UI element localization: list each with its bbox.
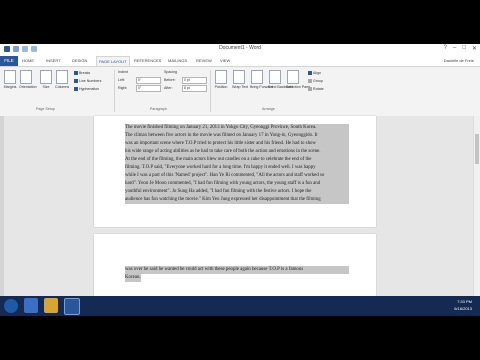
indent-left-input[interactable]: 0" [136,77,161,84]
columns-icon [56,70,68,84]
tab-mailings[interactable]: MAILINGS [168,56,187,66]
spacing-after-input[interactable]: 8 pt [182,85,207,92]
indent-left-label: Left: [118,78,125,82]
system-clock[interactable]: 7:33 PM 6/16/2013 [454,298,472,312]
tab-review[interactable]: REVIEW [196,56,212,66]
close-icon[interactable]: ✕ [472,45,477,52]
tab-home[interactable]: HOME [22,56,34,66]
selection-pane-icon [287,70,299,84]
indent-label: Indent [118,70,128,74]
send-backward-icon [269,70,281,84]
tab-references[interactable]: REFERENCES [134,56,161,66]
text-line[interactable]: At the end of the filming, the main acto… [125,156,349,164]
window-title: Document1 - Word [219,45,261,51]
text-line[interactable]: his wide range of acting abilities as he… [125,148,349,156]
text-line[interactable]: was an important scene where T.O.P tried… [125,140,349,148]
hyphenation-icon [74,87,78,92]
spacing-after-label: After: [164,86,173,90]
vertical-ruler [0,116,4,305]
line-numbers-button[interactable]: Line Numbers [74,79,101,84]
spacing-before-label: Before: [164,78,176,82]
tab-insert[interactable]: INSERT [46,56,61,66]
word-taskbar-icon[interactable] [64,298,80,315]
breaks-button[interactable]: Breaks [74,71,90,76]
file-explorer-icon[interactable] [44,298,58,313]
page1-text[interactable]: The movie finished filming on January 21… [125,124,349,204]
bring-forward-button[interactable]: Bring Forward [250,70,273,89]
minimize-icon[interactable]: – [453,45,456,52]
orientation-button[interactable]: Orientation [19,70,37,89]
rotate-icon [308,87,312,92]
page-1[interactable]: The movie finished filming on January 21… [94,116,376,227]
columns-button[interactable]: Columns [55,70,69,89]
size-icon [40,70,52,84]
ribbon: Margins Orientation Size Columns Breaks … [0,66,480,117]
ribbon-tabs: FILE HOME INSERT DESIGN PAGE LAYOUT REFE… [0,56,480,66]
word-window: Document1 - Word ? – □ ✕ FILE HOME INSER… [0,44,480,315]
title-bar: Document1 - Word ? – □ ✕ [0,44,480,56]
divider [210,70,211,112]
text-line[interactable]: was over he said he wanted be could act … [125,266,349,274]
tab-design[interactable]: DESIGN [72,56,87,66]
position-button[interactable]: Position [214,70,228,89]
window-controls: ? – □ ✕ [444,45,477,52]
hyphenation-button[interactable]: Hyphenation [74,87,99,92]
breaks-icon [74,71,78,76]
size-button[interactable]: Size [39,70,53,89]
text-line[interactable]: audience has fun watching the movie." Ki… [125,196,349,204]
page-setup-group-label: Page Setup [36,107,55,111]
page2-text[interactable]: was over he said he wanted be could act … [125,266,349,282]
bring-forward-icon [251,70,263,84]
orientation-icon [20,70,32,84]
scrollbar-thumb[interactable] [475,134,479,164]
text-line[interactable]: while I was a part of this 'Named' proje… [125,172,349,180]
vertical-scrollbar[interactable] [473,116,480,305]
group-icon [308,79,312,84]
text-line[interactable]: filming. T.O.P said, "Everyone worked ha… [125,164,349,172]
rotate-button[interactable]: Rotate [308,87,324,92]
position-icon [215,70,227,84]
page-2[interactable]: was over he said he wanted be could act … [94,234,376,305]
margins-icon [4,70,16,84]
help-icon[interactable]: ? [444,45,447,52]
spacing-before-input[interactable]: 0 pt [182,77,207,84]
selection-pane-button[interactable]: Selection Pane [286,70,310,89]
divider [114,70,115,112]
indent-right-input[interactable]: 0" [136,85,161,92]
text-line[interactable]: hard". Yoon Je Moon commented, "I had fu… [125,180,349,188]
indent-right-label: Right: [118,86,128,90]
wrap-text-button[interactable]: Wrap Text [232,70,248,89]
line-numbers-icon [74,79,78,84]
send-backward-button[interactable]: Send Backward [268,70,293,89]
maximize-icon[interactable]: □ [462,45,466,52]
arrange-group-label: Arrange [262,107,275,111]
user-name[interactable]: Danielle de Freie [444,56,474,66]
text-line[interactable]: youthful environment". Jo Sung Ha added,… [125,188,349,196]
text-line[interactable]: Korean. [125,274,141,282]
text-line[interactable]: The movie finished filming on January 21… [125,124,349,132]
tab-page-layout[interactable]: PAGE LAYOUT [96,56,130,66]
start-button-icon[interactable] [4,299,18,313]
taskbar: 7:33 PM 6/16/2013 [0,296,480,316]
wrap-text-icon [233,70,245,84]
tab-file[interactable]: FILE [0,56,18,66]
spacing-label: Spacing [164,70,177,74]
align-icon [308,71,312,76]
internet-explorer-icon[interactable] [24,298,38,313]
margins-button[interactable]: Margins [3,70,17,89]
align-button[interactable]: Align [308,71,321,76]
tab-view[interactable]: VIEW [220,56,230,66]
paragraph-group-label: Paragraph [150,107,167,111]
text-line[interactable]: The climax between five actors in the mo… [125,132,349,140]
group-button[interactable]: Group [308,79,323,84]
